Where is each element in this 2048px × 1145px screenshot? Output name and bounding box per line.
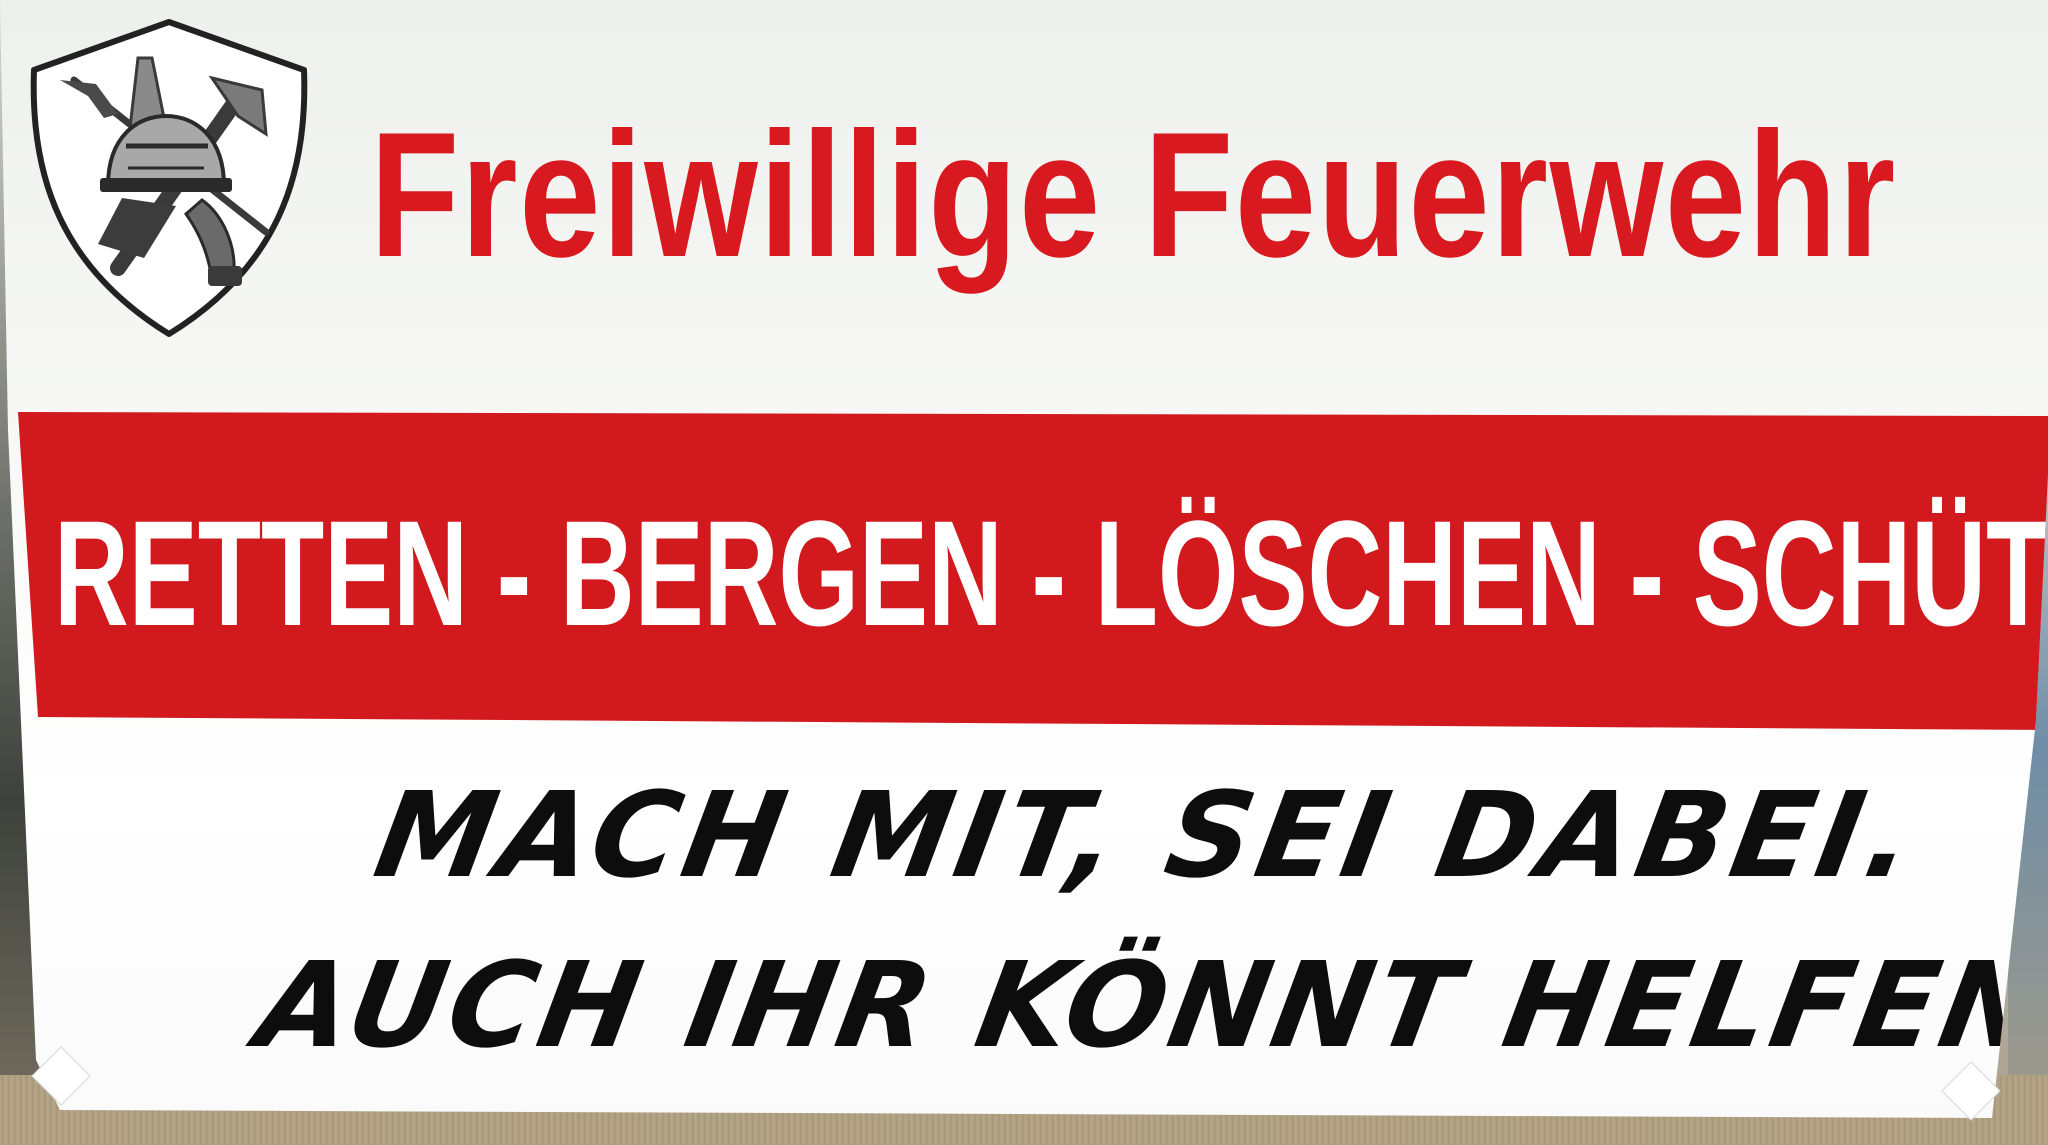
motto-text: RETTEN - BERGEN - LÖSCHEN - SCHÜTZEN bbox=[54, 489, 2048, 657]
fire-brigade-emblem-icon bbox=[30, 19, 308, 337]
sign-board: Freiwillige Feuerwehr RETTEN - BERGEN - … bbox=[0, 0, 2048, 1118]
slogan-line-2: AUCH IHR KÖNNT HELFEN. bbox=[247, 936, 2048, 1074]
photo-scene: Freiwillige Feuerwehr RETTEN - BERGEN - … bbox=[0, 0, 2048, 1145]
headline-text: Freiwillige Feuerwehr bbox=[370, 95, 1897, 294]
slogan-line-1: MACH MIT, SEI DABEI. bbox=[365, 766, 1930, 904]
